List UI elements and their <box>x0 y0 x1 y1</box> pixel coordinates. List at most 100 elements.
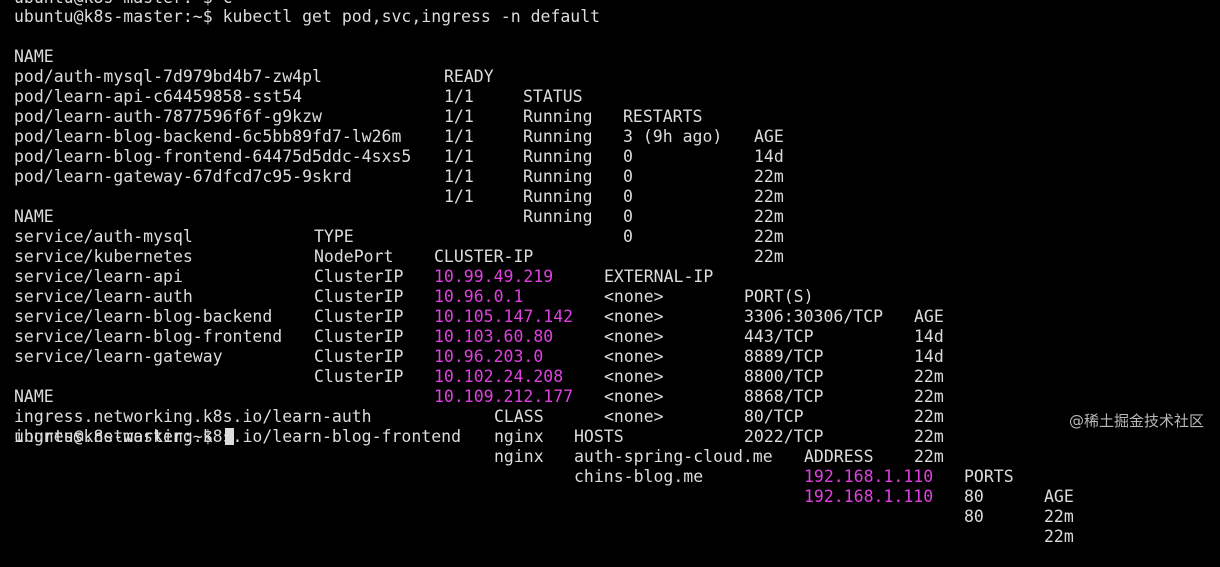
service-age: 14d <box>914 327 944 346</box>
service-ports: 2022/TCP <box>744 427 824 446</box>
pod-status: Running <box>523 207 593 226</box>
service-age: 14d <box>914 347 944 366</box>
pod-age: 22m <box>754 247 784 266</box>
service-row: service/learn-blog-frontend ClusterIP 10… <box>14 307 944 446</box>
prompt: ubuntu@k8s-master:~$ <box>14 7 223 26</box>
pod-restarts: 0 <box>623 227 633 246</box>
col-header-address: ADDRESS <box>804 447 874 466</box>
ingress-hosts: chins-blog.me <box>574 467 704 486</box>
pod-row: pod/learn-gateway-67dfcd7c95-9skrd 1/1 R… <box>14 147 784 266</box>
service-cluster-ip: 10.96.203.0 <box>434 347 544 366</box>
pod-row: pod/learn-api-c64459858-sst54 1/1 Runnin… <box>14 67 784 186</box>
pod-status: Running <box>523 147 593 166</box>
ingress-row: ingress.networking.k8s.io/learn-blog-fro… <box>14 407 1074 546</box>
pod-name: pod/learn-gateway-67dfcd7c95-9skrd <box>14 167 352 186</box>
pod-name: pod/learn-auth-7877596f6f-g9kzw <box>14 107 322 126</box>
ingress-address: 192.168.1.110 <box>804 487 934 506</box>
pod-restarts: 3 (9h ago) <box>623 127 723 146</box>
pod-name: pod/learn-blog-frontend-64475d5ddc-4sxs5 <box>14 147 412 166</box>
pod-status: Running <box>523 107 593 126</box>
service-external-ip: <none> <box>604 307 664 326</box>
service-external-ip: <none> <box>604 387 664 406</box>
pod-ready: 1/1 <box>444 187 474 206</box>
col-header-ports: PORTS <box>964 467 1014 486</box>
col-header-age: AGE <box>1044 487 1074 506</box>
col-header-class: CLASS <box>494 407 544 426</box>
ingress-header-row: NAME CLASS HOSTS ADDRESS PORTS AGE <box>14 367 1074 506</box>
pod-age: 22m <box>754 227 784 246</box>
pod-ready: 1/1 <box>444 127 474 146</box>
final-prompt-line[interactable]: ubuntu@k8s-master:~$ <box>14 427 234 447</box>
col-header-age: AGE <box>914 307 944 326</box>
service-row: service/learn-blog-backend ClusterIP 10.… <box>14 287 944 426</box>
watermark-text: @稀土掘金技术社区 <box>1068 412 1204 430</box>
pod-row: pod/auth-mysql-7d979bd4b7-zw4pl 1/1 Runn… <box>14 47 784 166</box>
pods-header-row: NAME READY STATUS RESTARTS AGE <box>14 27 784 146</box>
text-cursor <box>224 428 234 445</box>
pod-name: pod/learn-blog-backend-6c5bb89fd7-lw26m <box>14 127 402 146</box>
ingress-class: nginx <box>494 427 544 446</box>
col-header-restarts: RESTARTS <box>623 107 703 126</box>
pod-name: pod/learn-api-c64459858-sst54 <box>14 87 303 106</box>
service-name: service/learn-blog-frontend <box>14 327 283 346</box>
pod-ready: 1/1 <box>444 87 474 106</box>
col-header-cluster-ip: CLUSTER-IP <box>434 247 534 266</box>
service-name: service/learn-gateway <box>14 347 223 366</box>
service-type: ClusterIP <box>314 327 404 346</box>
service-ports: 443/TCP <box>744 327 814 346</box>
prompt: ubuntu@k8s-master:~$ <box>14 427 223 446</box>
ingress-hosts: auth-spring-cloud.me <box>574 447 773 466</box>
pod-restarts: 0 <box>623 207 633 226</box>
service-external-ip: <none> <box>604 287 664 306</box>
service-type: ClusterIP <box>314 347 404 366</box>
service-cluster-ip: 10.109.212.177 <box>434 387 574 406</box>
pod-restarts: 0 <box>623 167 633 186</box>
service-age: 22m <box>914 427 944 446</box>
service-row: service/learn-auth ClusterIP 10.103.60.8… <box>14 267 944 406</box>
service-cluster-ip: 10.99.49.219 <box>434 267 554 286</box>
col-header-hosts: HOSTS <box>574 427 624 446</box>
pod-age: 22m <box>754 167 784 186</box>
service-cluster-ip: 10.96.0.1 <box>434 287 524 306</box>
terminal-window[interactable]: ubuntu@k8s-master:~$ c ubuntu@k8s-master… <box>0 0 1220 546</box>
ingress-class: nginx <box>494 447 544 466</box>
pod-status: Running <box>523 187 593 206</box>
pod-row: pod/learn-blog-frontend-64475d5ddc-4sxs5… <box>14 127 784 246</box>
col-header-ready: READY <box>444 67 494 86</box>
service-external-ip: <none> <box>604 407 664 426</box>
service-ports: 8800/TCP <box>744 367 824 386</box>
service-row: service/learn-api ClusterIP 10.105.147.1… <box>14 247 944 386</box>
pod-ready: 1/1 <box>444 167 474 186</box>
pod-age: 22m <box>754 187 784 206</box>
service-ports: 8868/TCP <box>744 387 824 406</box>
pod-restarts: 0 <box>623 187 633 206</box>
ingress-age: 22m <box>1044 507 1074 526</box>
service-row: service/auth-mysql NodePort 10.99.49.219… <box>14 207 944 346</box>
ingress-ports: 80 <box>964 487 984 506</box>
service-ports: 3306:30306/TCP <box>744 307 884 326</box>
col-header-age: AGE <box>754 127 784 146</box>
service-external-ip: <none> <box>604 367 664 386</box>
pod-ready: 1/1 <box>444 107 474 126</box>
service-age: 22m <box>914 367 944 386</box>
service-age: 22m <box>914 447 944 466</box>
service-cluster-ip: 10.102.24.208 <box>434 367 564 386</box>
pod-ready: 1/1 <box>444 147 474 166</box>
pod-status: Running <box>523 167 593 186</box>
service-ports: 80/TCP <box>744 407 804 426</box>
pod-restarts: 0 <box>623 147 633 166</box>
service-age: 22m <box>914 387 944 406</box>
command-line: ubuntu@k8s-master:~$ kubectl get pod,svc… <box>14 7 600 27</box>
service-external-ip: <none> <box>604 347 664 366</box>
service-type: ClusterIP <box>314 307 404 326</box>
ingress-row: ingress.networking.k8s.io/learn-auth ngi… <box>14 387 1074 526</box>
service-age: 22m <box>914 407 944 426</box>
service-type: NodePort <box>314 247 394 266</box>
command-text: kubectl get pod,svc,ingress -n default <box>222 7 601 26</box>
col-header-external-ip: EXTERNAL-IP <box>604 267 714 286</box>
col-header-ports: PORT(S) <box>744 287 814 306</box>
service-row: service/kubernetes ClusterIP 10.96.0.1 <… <box>14 227 944 366</box>
service-cluster-ip: 10.105.147.142 <box>434 307 574 326</box>
pod-status: Running <box>523 127 593 146</box>
service-ports: 8889/TCP <box>744 347 824 366</box>
